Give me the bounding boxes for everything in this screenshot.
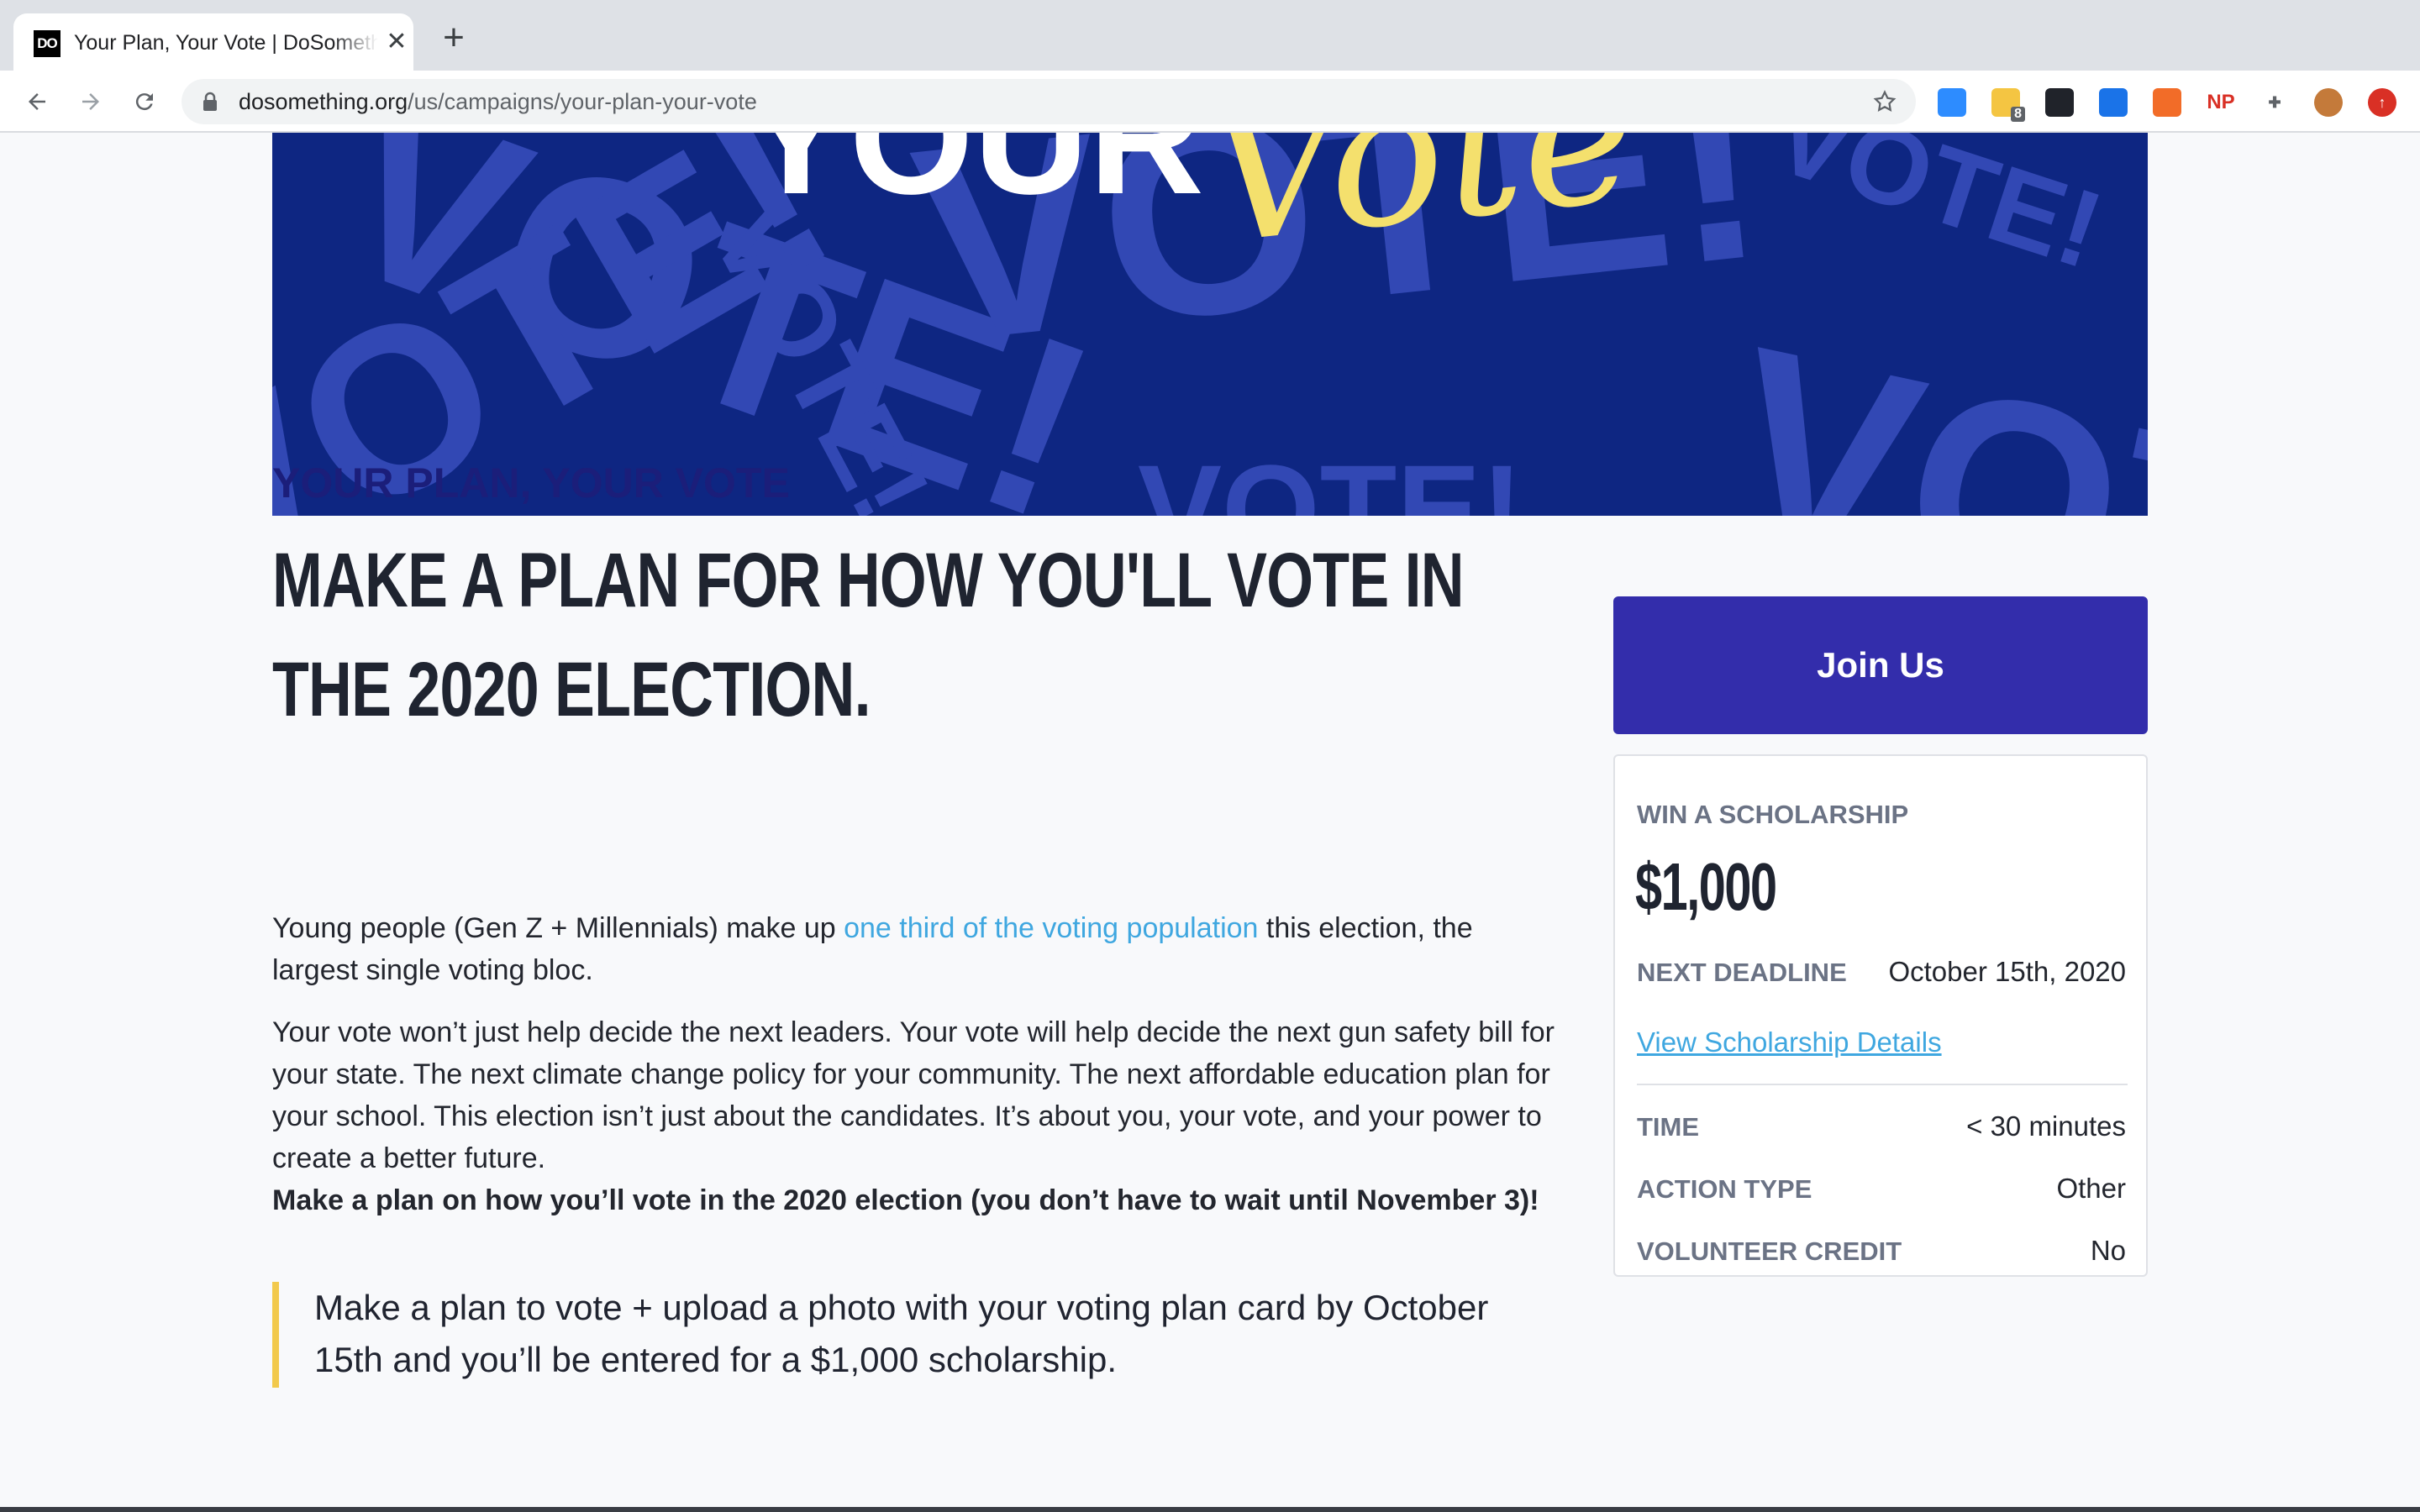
scholarship-blockquote: Make a plan to vote + upload a photo wit… <box>272 1282 1558 1388</box>
dosomething-favicon-icon: DO <box>34 30 60 57</box>
url-host: dosomething.org <box>239 89 408 114</box>
action-type-label: ACTION TYPE <box>1637 1174 1812 1204</box>
notes-extension-icon[interactable]: 8 <box>1991 88 2025 122</box>
deadline-value: October 15th, 2020 <box>1888 956 2126 987</box>
url-text[interactable]: dosomething.org/us/campaigns/your-plan-y… <box>239 79 757 124</box>
deadline-label: NEXT DEADLINE <box>1637 958 1847 987</box>
np-extension-icon[interactable]: NP <box>2207 88 2235 117</box>
volunteer-credit-value: No <box>2090 1235 2126 1266</box>
body-paragraph: Your vote won’t just help decide the nex… <box>272 1016 1555 1174</box>
honey-extension-icon[interactable] <box>2153 88 2181 117</box>
intro-text: Young people (Gen Z + Millennials) make … <box>272 912 844 944</box>
zoom-extension-icon[interactable] <box>1938 88 1966 117</box>
reload-icon[interactable] <box>128 85 161 118</box>
intro-paragraph: Young people (Gen Z + Millennials) make … <box>272 907 1566 991</box>
campaign-title: MAKE A PLAN FOR HOW YOU'LL VOTE IN THE 2… <box>272 538 1465 732</box>
url-path: /us/campaigns/your-plan-your-vote <box>408 89 757 114</box>
scholarship-label: WIN A SCHOLARSHIP <box>1637 800 1909 829</box>
hero-bg-word: VOTE! <box>1760 133 2116 291</box>
forward-arrow-icon[interactable] <box>74 85 108 118</box>
vue-extension-icon[interactable] <box>2099 88 2128 117</box>
scholarship-amount: $1,000 <box>1635 849 1777 924</box>
join-us-button[interactable]: Join Us <box>1613 596 2148 734</box>
bookmark-star-icon[interactable] <box>1872 89 1897 114</box>
react-devtools-icon[interactable] <box>2045 88 2074 117</box>
time-label: TIME <box>1637 1112 1700 1142</box>
browser-tabstrip: DO Your Plan, Your Vote | DoSomething.or… <box>0 0 2420 71</box>
hero-bg-word: VOTE! <box>1138 438 1523 516</box>
new-tab-button[interactable]: + <box>439 19 469 56</box>
hero-word-your: YOUR <box>743 133 1204 228</box>
page-content: VOTE! VOTE! VOTE! VOTE! VOTE! VOTE! VOTE… <box>0 133 2420 1512</box>
voting-population-link[interactable]: one third of the voting population <box>844 912 1258 944</box>
time-value: < 30 minutes <box>1966 1110 2126 1142</box>
back-arrow-icon[interactable] <box>20 85 54 118</box>
view-scholarship-details-link[interactable]: View Scholarship Details <box>1637 1026 1942 1058</box>
tab-title: Your Plan, Your Vote | DoSomething.org <box>74 31 378 55</box>
browser-tab-active[interactable]: DO Your Plan, Your Vote | DoSomething.or… <box>13 13 413 71</box>
quote-text: Make a plan to vote + upload a photo wit… <box>314 1288 1489 1379</box>
address-bar[interactable]: dosomething.org/us/campaigns/your-plan-y… <box>182 79 1916 124</box>
call-to-action-text: Make a plan on how you’ll vote in the 20… <box>272 1184 1539 1216</box>
close-tab-icon[interactable]: ✕ <box>383 29 410 55</box>
page-bottom-border <box>0 1507 2420 1512</box>
browser-toolbar: dosomething.org/us/campaigns/your-plan-y… <box>0 71 2420 133</box>
profile-avatar-icon[interactable] <box>2314 88 2343 117</box>
card-divider <box>1637 1084 2128 1085</box>
update-icon[interactable]: ↑ <box>2368 88 2396 117</box>
campaign-kicker: YOUR PLAN, YOUR VOTE <box>272 459 790 507</box>
hero-bg-word: VOTE! <box>1706 289 2148 516</box>
volunteer-credit-label: VOLUNTEER CREDIT <box>1637 1236 1902 1266</box>
action-type-value: Other <box>2056 1173 2126 1204</box>
puzzle-extensions-icon[interactable]: ✚ <box>2260 88 2289 117</box>
lock-icon[interactable] <box>202 92 218 112</box>
scholarship-info-card: WIN A SCHOLARSHIP $1,000 NEXT DEADLINE O… <box>1613 754 2148 1277</box>
